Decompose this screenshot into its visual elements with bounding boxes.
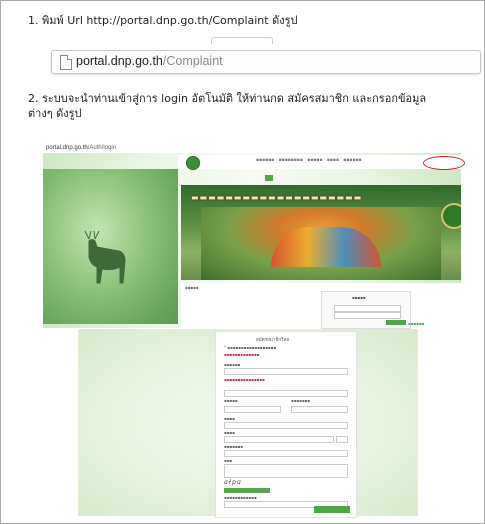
document-page: 1. พิมพ์ Url http://portal.dnp.go.th/Com…: [0, 0, 485, 524]
form-field-label: ▪▪▪▪▪▪▪▪▪▪▪▪▪▪▪: [224, 377, 265, 382]
form-input: [224, 406, 281, 413]
form-field-label: ▪▪▪▪▪▪: [224, 362, 241, 367]
form-input: [291, 406, 348, 413]
form-note: * ▪▪▪▪▪▪▪▪▪▪▪▪▪▪▪▪▪▪: [224, 345, 277, 350]
website-banner: ▬▬▬▬▬▬▬▬▬▬▬▬▬▬▬▬▬▬▬▬: [181, 185, 461, 280]
page-icon: [60, 55, 72, 70]
step-2-instruction: 2. ระบบจะนำท่านเข้าสู่การ login อัตโนมัต…: [28, 92, 427, 120]
url-host: portal.dnp.go.th: [76, 54, 163, 68]
browser-tab-edge: [211, 37, 273, 44]
register-link-highlight: [423, 156, 465, 170]
form-textarea: [224, 464, 348, 478]
form-input: [224, 390, 348, 397]
banner-photo: [201, 207, 441, 280]
website-top-bar: ▪▪▪▪▪▪ ▪▪▪▪▪▪▪▪ ▪▪▪▪▪ ▪▪▪▪ ▪▪▪▪▪▪: [178, 155, 465, 170]
form-field-label: ▪▪▪▪▪▪▪▪▪▪▪▪: [224, 495, 257, 500]
screenshot-url: portal.dnp.go.th/Auth/login: [46, 145, 116, 151]
form-field-label: ▪▪▪▪▪▪▪: [224, 444, 243, 449]
form-field-label: ▪▪▪▪▪: [224, 398, 238, 403]
browser-address-bar: portal.dnp.go.th/Complaint: [51, 50, 481, 74]
emblem-icon: [441, 203, 461, 229]
form-field-label: ▪▪▪: [224, 458, 233, 463]
parachute-image: [271, 227, 381, 267]
url-path: /Complaint: [162, 54, 223, 68]
form-required-note: ▪▪▪▪▪▪▪▪▪▪▪▪▪: [224, 352, 260, 357]
login-button: [386, 320, 406, 325]
login-username-field: [334, 305, 401, 312]
address-bar-url: portal.dnp.go.th/Complaint: [76, 54, 223, 68]
embedded-screenshot: portal.dnp.go.th/Auth/login ▪▪▪▪▪▪ ▪▪▪▪▪…: [38, 141, 466, 518]
forest-background: [43, 169, 178, 324]
captcha-image: ɑɫpɑ: [224, 479, 242, 486]
website-header-area: ▪▪▪▪▪▪ ▪▪▪▪▪▪▪▪ ▪▪▪▪▪ ▪▪▪▪ ▪▪▪▪▪▪ ▬▬▬▬▬▬…: [43, 153, 465, 329]
form-input: [224, 422, 348, 429]
form-input: [224, 436, 334, 443]
form-input: [336, 436, 348, 443]
department-logo-icon: [186, 156, 200, 170]
screenshot-url-path: /Auth/login: [87, 145, 117, 151]
submit-button: [314, 506, 350, 513]
form-input: [224, 450, 348, 457]
step-1-instruction: 1. พิมพ์ Url http://portal.dnp.go.th/Com…: [28, 14, 298, 27]
register-link: ▪▪▪▪▪▪: [408, 321, 425, 326]
banner-title: ▬▬▬▬▬▬▬▬▬▬▬▬▬▬▬▬▬▬▬▬: [191, 193, 363, 202]
login-section-label: ▪▪▪▪▪: [185, 285, 199, 290]
language-button: [265, 175, 273, 181]
login-password-field: [334, 312, 401, 319]
form-field-label: ▪▪▪▪▪▪▪: [291, 398, 310, 403]
registration-form-title: สมัครสมาชิกใหม่: [256, 338, 290, 343]
website-top-links: ▪▪▪▪▪▪ ▪▪▪▪▪▪▪▪ ▪▪▪▪▪ ▪▪▪▪ ▪▪▪▪▪▪: [256, 158, 362, 163]
captcha-refresh: [224, 488, 270, 493]
form-field-label: ▪▪▪▪: [224, 430, 235, 435]
form-input: [224, 368, 348, 375]
screenshot-url-host: portal.dnp.go.th: [46, 145, 88, 151]
login-box: ▪▪▪▪▪: [321, 291, 411, 329]
deer-silhouette-icon: [84, 230, 126, 284]
form-field-label: ▪▪▪▪: [224, 416, 235, 421]
registration-form: สมัครสมาชิกใหม่ * ▪▪▪▪▪▪▪▪▪▪▪▪▪▪▪▪▪▪ ▪▪▪…: [215, 331, 357, 518]
login-box-title: ▪▪▪▪▪: [352, 295, 366, 300]
